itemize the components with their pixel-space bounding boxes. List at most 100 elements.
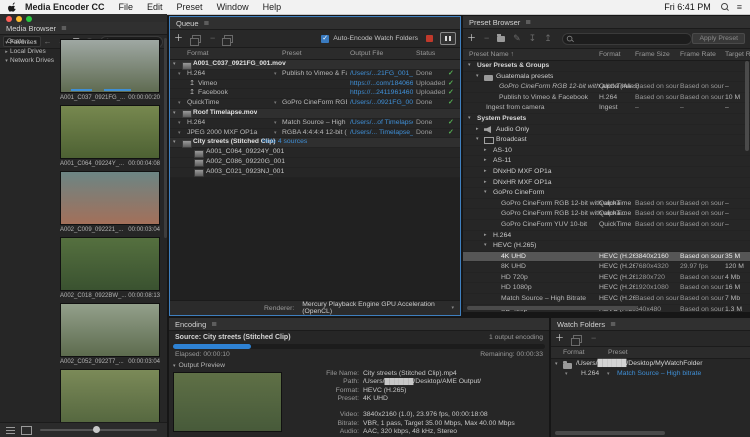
watch-folder-output-row[interactable]: ▾ H.264 ▾ Match Source – High bitrate: [551, 369, 750, 379]
preset-row[interactable]: ▸ DNxHR MXF OP1a: [463, 178, 750, 189]
preset-row[interactable]: ▾ User Presets & Groups: [463, 61, 750, 72]
watch-folder-row[interactable]: ▾ /Users/██████/Desktop/MyWatchFolder: [551, 359, 750, 369]
row-preset[interactable]: Match Source – High bitr...: [282, 119, 347, 128]
preset-row[interactable]: ▾ Guatemala presets: [463, 72, 750, 83]
menu-preset[interactable]: Preset: [170, 2, 210, 12]
panel-menu-icon[interactable]: ≣: [61, 24, 67, 32]
row-chevron-icon[interactable]: ▾: [468, 61, 471, 71]
menu-file[interactable]: File: [112, 2, 141, 12]
row-chevron-icon[interactable]: ▾: [173, 60, 181, 69]
format-dropdown-icon[interactable]: ▾: [565, 369, 568, 379]
chevron-down-icon[interactable]: ▾: [451, 305, 454, 311]
duplicate-icon[interactable]: [224, 35, 233, 43]
queue-row[interactable]: A001_C064_09224Y_001 ▾ ▾ ✓: [170, 148, 460, 158]
tab-queue[interactable]: Queue: [176, 19, 199, 28]
preset-row[interactable]: 4K UHD HEVC (H.265) 3840x2160 Based on s…: [463, 252, 750, 263]
preset-row[interactable]: Publish to Vimeo & Facebook H.264 Based …: [463, 93, 750, 104]
queue-row[interactable]: ▾ City streets (Stitched Clip) Hide 4 so…: [170, 138, 460, 148]
tree-item[interactable]: ▾Network Drives: [0, 56, 58, 65]
apple-menu-icon[interactable]: [8, 2, 17, 13]
spotlight-icon[interactable]: [721, 3, 729, 11]
row-chevron-icon[interactable]: ▾: [173, 138, 181, 147]
add-output-icon[interactable]: [192, 35, 201, 43]
notification-center-icon[interactable]: ≡: [737, 2, 742, 12]
column-frame-size[interactable]: Frame Size: [635, 51, 670, 58]
preset-row[interactable]: HD 1080p HEVC (H.265) 1920x1080 Based on…: [463, 283, 750, 294]
menubar-clock[interactable]: Fri 6:41 PM: [664, 2, 711, 12]
row-chevron-icon[interactable]: ▸: [484, 178, 487, 188]
apply-preset-button[interactable]: Apply Preset: [692, 33, 745, 44]
panel-menu-icon[interactable]: ≣: [525, 18, 531, 26]
format-dropdown-icon[interactable]: ▾: [178, 119, 181, 128]
row-output-link[interactable]: /Users/... Timelapse_1.mxf: [350, 129, 413, 138]
preset-row[interactable]: ▸ Audio Only: [463, 125, 750, 136]
preset-row[interactable]: Match Source – High Bitrate HEVC (H.265)…: [463, 294, 750, 305]
preset-row[interactable]: 8K UHD HEVC (H.265) 7680x4320 29.97 fps …: [463, 262, 750, 273]
watch-folders-scrollbar[interactable]: [555, 431, 665, 435]
preset-dropdown-icon[interactable]: ▾: [274, 99, 277, 108]
row-output-link[interactable]: /Users/...of Timelapse.mp4: [350, 119, 413, 128]
queue-row[interactable]: ▾ QuickTime ▾ GoPro CineForm RGB 12... /…: [170, 99, 460, 109]
row-format[interactable]: H.264: [581, 369, 599, 379]
tab-preset-browser[interactable]: Preset Browser: [469, 18, 520, 27]
clip-thumbnail[interactable]: [60, 369, 160, 423]
thumbnail-zoom-slider[interactable]: [40, 429, 157, 431]
column-preset[interactable]: Preset: [282, 50, 302, 57]
row-chevron-icon[interactable]: ▾: [476, 135, 479, 145]
column-format[interactable]: Format: [563, 349, 585, 356]
thumbnail-view-icon[interactable]: [21, 426, 32, 435]
row-output-link[interactable]: /Users/...0921FG_001.mov: [350, 99, 413, 108]
remove-button[interactable]: −: [210, 34, 215, 43]
hide-sources-link[interactable]: Hide 4 sources: [262, 138, 307, 147]
format-dropdown-icon[interactable]: ▾: [178, 129, 181, 138]
queue-row[interactable]: ▾ H.264 ▾ Publish to Vimeo & Face... /Us…: [170, 70, 460, 80]
row-chevron-icon[interactable]: ▸: [476, 125, 479, 135]
media-clip-item[interactable]: A002_C009_092221_...00:00:03:04: [60, 171, 160, 235]
column-preset-name[interactable]: Preset Name ↑: [469, 51, 514, 58]
slider-knob[interactable]: [93, 426, 100, 433]
import-preset-icon[interactable]: ↧: [529, 34, 537, 43]
menu-window[interactable]: Window: [210, 2, 256, 12]
minimize-window-button[interactable]: [16, 16, 22, 22]
preset-horizontal-scrollbar[interactable]: [467, 306, 637, 310]
clip-thumbnail[interactable]: [60, 303, 160, 357]
menu-edit[interactable]: Edit: [140, 2, 170, 12]
clip-thumbnail[interactable]: [60, 171, 160, 225]
preset-row[interactable]: ▾ HEVC (H.265): [463, 241, 750, 252]
tree-chevron-icon[interactable]: ▾: [3, 40, 10, 46]
row-preset[interactable]: GoPro CineForm RGB 12...: [282, 99, 347, 108]
menu-app-name[interactable]: Media Encoder CC: [23, 2, 112, 12]
row-format[interactable]: JPEG 2000 MXF OP1a: [187, 129, 271, 138]
clip-thumbnail[interactable]: [60, 237, 160, 291]
preset-dropdown-icon[interactable]: ▾: [274, 119, 277, 128]
pause-queue-button[interactable]: [440, 32, 456, 45]
preset-row[interactable]: ▸ AS-10: [463, 146, 750, 157]
column-frame-rate[interactable]: Frame Rate: [680, 51, 716, 58]
queue-row[interactable]: A003_C021_0923NJ_001 ▾ ▾ ✓: [170, 168, 460, 178]
preset-row[interactable]: ▾ System Presets: [463, 114, 750, 125]
panel-menu-icon[interactable]: ≣: [211, 320, 217, 328]
preset-row[interactable]: GoPro CineForm RGB 12-bit with alpha Qui…: [463, 199, 750, 210]
row-chevron-icon[interactable]: ▾: [484, 188, 487, 198]
row-format[interactable]: H.264: [187, 119, 271, 128]
preset-row[interactable]: HD 720p HEVC (H.265) 1280x720 Based on s…: [463, 273, 750, 284]
row-preset[interactable]: Match Source – High bitrate: [617, 369, 701, 379]
column-output-file[interactable]: Output File: [350, 50, 383, 57]
clip-thumbnail[interactable]: [60, 39, 160, 93]
queue-row[interactable]: ▾ JPEG 2000 MXF OP1a ▾ RGBA 4:4:4:4 12-b…: [170, 129, 460, 139]
media-clip-item[interactable]: [60, 369, 160, 423]
export-preset-icon[interactable]: ↥: [544, 34, 552, 43]
preset-dropdown-icon[interactable]: ▾: [274, 129, 277, 138]
preset-row[interactable]: GoPro CineForm RGB 12-bit with alpha... …: [463, 209, 750, 220]
queue-row[interactable]: ▾ H.264 ▾ Match Source – High bitr... /U…: [170, 119, 460, 129]
add-watch-folder-button[interactable]: ＋: [555, 334, 564, 343]
panel-menu-icon[interactable]: ≣: [204, 19, 210, 27]
preset-row[interactable]: ▸ DNxHD MXF OP1a: [463, 167, 750, 178]
tree-item[interactable]: ▾Favorites: [0, 38, 58, 47]
column-status[interactable]: Status: [416, 50, 435, 57]
preset-row[interactable]: Ingest from camera Ingest – – –: [463, 103, 750, 114]
row-output-link[interactable]: https://...com/184066142: [350, 80, 413, 89]
preset-vertical-scrollbar[interactable]: [745, 61, 749, 151]
row-output-link[interactable]: /Users/...21FG_001_1.mp4: [350, 70, 413, 79]
format-dropdown-icon[interactable]: ▾: [178, 99, 181, 108]
